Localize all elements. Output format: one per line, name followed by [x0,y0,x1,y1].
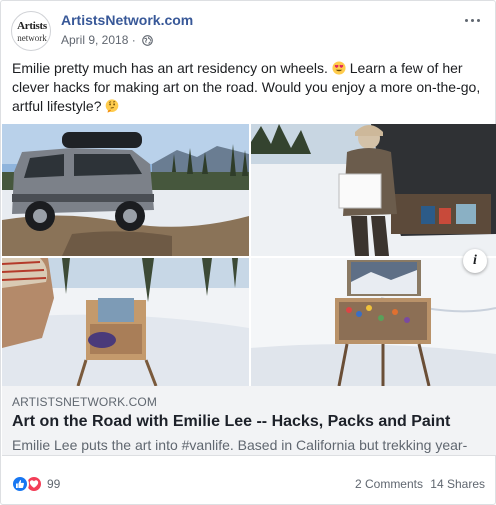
avatar-logo-text: Artists [17,20,47,32]
link-description: Emilie Lee puts the art into #vanlife. B… [12,437,468,453]
comments-count-link[interactable]: 2 Comments [355,477,423,491]
thinking-face-emoji [106,99,119,113]
info-icon[interactable]: i [463,249,487,273]
photo-easel-in-snow[interactable] [2,258,249,386]
post-footer: 99 2 Comments 14 Shares [11,471,487,495]
link-title[interactable]: Art on the Road with Emilie Lee -- Hacks… [12,413,450,431]
link-domain: ARTISTSNETWORK.COM [12,395,157,409]
page-avatar[interactable]: Artists network [11,11,51,51]
heart-eyes-emoji [332,61,346,75]
like-reaction-icon [11,475,29,493]
globe-icon [142,35,153,46]
post-image-collage[interactable] [2,124,496,386]
photo-artist-with-van[interactable] [251,124,496,256]
post-message: Emilie pretty much has an art residency … [12,59,488,116]
photo-car-in-snow[interactable] [2,124,249,256]
more-options-icon[interactable] [463,9,485,27]
reaction-count[interactable]: 99 [47,477,60,491]
post-text-part1: Emilie pretty much has an art residency … [12,60,328,76]
post-date[interactable]: April 9, 2018 · [61,33,136,47]
post-meta: April 9, 2018 · [61,33,153,47]
post-header: Artists network ArtistsNetwork.com April… [11,9,487,53]
photo-painting-on-easel[interactable] [251,258,496,386]
link-preview[interactable]: ARTISTSNETWORK.COM Art on the Road with … [2,386,496,456]
page-name-link[interactable]: ArtistsNetwork.com [61,12,193,28]
shares-count-link[interactable]: 14 Shares [430,477,485,491]
avatar-logo-subtext: network [17,33,47,43]
post-card: Artists network ArtistsNetwork.com April… [0,0,496,505]
